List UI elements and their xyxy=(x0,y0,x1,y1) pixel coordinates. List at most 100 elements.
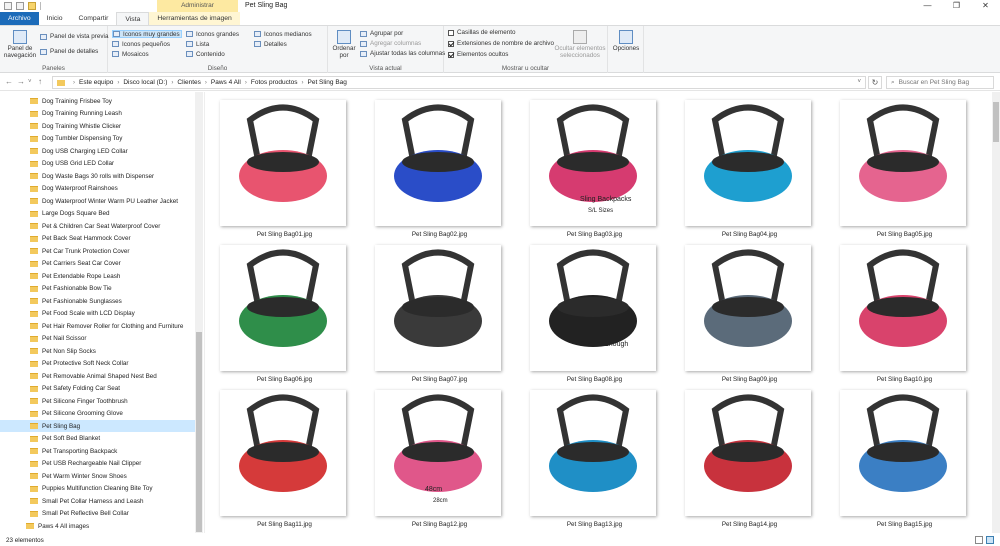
file-tile[interactable]: Pet Sling Bag02.jpg xyxy=(367,95,503,239)
breadcrumb-fotos-productos[interactable]: Fotos productos xyxy=(251,79,298,86)
forward-button[interactable]: → xyxy=(17,77,25,86)
refresh-button[interactable]: ↻ xyxy=(868,76,882,89)
sidebar-item[interactable]: Puppies Multifunction Cleaning Bite Toy xyxy=(30,483,200,495)
sidebar-item[interactable]: Pet Carriers Seat Car Cover xyxy=(30,258,200,270)
file-tile[interactable]: Sling Backpacks S/L Sizes Pet Sling Bag03.… xyxy=(522,95,658,239)
image-thumbnail[interactable] xyxy=(685,390,811,516)
layout-large-icons[interactable]: Iconos grandes xyxy=(186,30,252,38)
sidebar-item[interactable]: Paws 4 All images xyxy=(26,520,196,532)
file-tile[interactable]: Secure Enough Pet Sling Bag08.jpg xyxy=(522,240,658,384)
address-field[interactable]: › Este equipo › Disco local (D:) › Clien… xyxy=(52,76,866,89)
navigation-pane-button[interactable]: Panel de navegación xyxy=(3,30,37,59)
sort-by-button[interactable]: Ordenar por xyxy=(332,30,356,59)
file-tile[interactable]: Pet Sling Bag10.jpg xyxy=(832,240,968,384)
image-thumbnail[interactable]: Sling Backpacks S/L Sizes xyxy=(530,100,656,226)
file-extensions-checkbox[interactable] xyxy=(448,40,454,47)
image-thumbnail[interactable] xyxy=(375,245,501,371)
sidebar-item[interactable]: Pet Safety Folding Car Seat xyxy=(30,383,200,395)
sidebar-item[interactable]: Small Pet Reflective Bell Collar xyxy=(30,508,200,520)
sidebar-item[interactable]: Pet Transporting Backpack xyxy=(30,445,200,457)
properties-icon[interactable] xyxy=(4,2,12,10)
sidebar-item[interactable]: Pet Silicone Finger Toothbrush xyxy=(30,395,200,407)
image-thumbnail[interactable] xyxy=(220,100,346,226)
sidebar-item[interactable]: Pet & Children Car Seat Waterproof Cover xyxy=(30,220,200,232)
breadcrumb-paws-4-all[interactable]: Paws 4 All xyxy=(211,79,241,86)
image-thumbnail[interactable] xyxy=(840,245,966,371)
sidebar-item[interactable]: Pet Non Slip Socks xyxy=(30,345,200,357)
sidebar-item[interactable]: Pet Food Scale with LCD Display xyxy=(30,308,200,320)
hidden-items-toggle[interactable]: Elementos ocultos xyxy=(448,51,508,58)
sidebar-item[interactable]: Pet Fashionable Sunglasses xyxy=(30,295,200,307)
breadcrumb-pet-sling-bag[interactable]: Pet Sling Bag xyxy=(308,79,347,86)
sidebar-item[interactable]: Pet Warm Winter Snow Shoes xyxy=(30,470,200,482)
breadcrumb-disco-local[interactable]: Disco local (D:) xyxy=(123,79,167,86)
sidebar-item[interactable]: Pet Hair Remover Roller for Clothing and… xyxy=(30,320,200,332)
breadcrumb-este-equipo[interactable]: Este equipo xyxy=(79,79,113,86)
image-thumbnail[interactable] xyxy=(375,100,501,226)
search-box[interactable]: ⌕ xyxy=(886,76,994,89)
large-icons-view-icon[interactable] xyxy=(986,536,994,544)
sidebar-item[interactable]: Pet Soft Bed Blanket xyxy=(30,433,200,445)
image-thumbnail[interactable] xyxy=(840,390,966,516)
file-tile[interactable]: Pet Sling Bag05.jpg xyxy=(832,95,968,239)
sidebar-item[interactable]: Pet Protective Soft Neck Collar xyxy=(30,358,200,370)
sidebar-item[interactable]: Dog Waterproof Rainshoes xyxy=(30,183,200,195)
sidebar-item[interactable]: Dog USB Charging LED Collar xyxy=(30,145,200,157)
image-thumbnail[interactable] xyxy=(840,100,966,226)
tab-compartir[interactable]: Compartir xyxy=(71,12,117,25)
layout-medium-icons[interactable]: Iconos medianos xyxy=(254,30,322,38)
sidebar-item[interactable]: Pet Silicone Grooming Glove xyxy=(30,408,200,420)
tab-archivo[interactable]: Archivo xyxy=(0,12,39,25)
image-thumbnail[interactable]: 48cm 28cm xyxy=(375,390,501,516)
preview-pane-button[interactable]: Panel de vista previa xyxy=(40,33,108,40)
file-tile[interactable]: Pet Sling Bag15.jpg xyxy=(832,385,968,529)
sidebar-item[interactable]: Dog Training Running Leash xyxy=(30,108,200,120)
content-scrollbar-thumb[interactable] xyxy=(993,102,999,142)
sidebar-item[interactable]: Pet Sling Bag xyxy=(0,420,196,432)
sidebar-item[interactable]: Dog Training Frisbee Toy xyxy=(30,95,200,107)
sidebar-item[interactable]: Pet Car Trunk Protection Cover xyxy=(30,245,200,257)
recent-locations-button[interactable]: ˅ xyxy=(28,79,32,85)
tab-inicio[interactable]: Inicio xyxy=(39,12,71,25)
minimize-button[interactable]: — xyxy=(913,0,942,12)
sidebar-item[interactable]: Dog Waterproof Winter Warm PU Leather Ja… xyxy=(30,195,200,207)
image-thumbnail[interactable] xyxy=(530,390,656,516)
tab-vista[interactable]: Vista xyxy=(116,12,150,25)
image-thumbnail[interactable] xyxy=(220,390,346,516)
sidebar-item[interactable]: Pet Nail Scissor xyxy=(30,333,200,345)
image-thumbnail[interactable] xyxy=(685,100,811,226)
file-tile[interactable]: Pet Sling Bag06.jpg xyxy=(212,240,348,384)
sidebar-item[interactable]: Small Pet Collar Harness and Leash xyxy=(30,495,200,507)
group-by-button[interactable]: Agrupar por xyxy=(360,30,403,37)
new-file-icon[interactable] xyxy=(16,2,24,10)
file-tile[interactable]: Pet Sling Bag04.jpg xyxy=(677,95,813,239)
image-thumbnail[interactable]: Secure Enough xyxy=(530,245,656,371)
details-view-icon[interactable] xyxy=(975,536,983,544)
item-checkboxes-checkbox[interactable] xyxy=(448,29,454,36)
sidebar-item[interactable]: Pet USB Rechargeable Nail Clipper xyxy=(30,458,200,470)
image-thumbnail[interactable] xyxy=(220,245,346,371)
breadcrumb-clientes[interactable]: Clientes xyxy=(177,79,200,86)
item-checkboxes-toggle[interactable]: Casillas de elemento xyxy=(448,29,515,36)
options-button[interactable]: Opciones xyxy=(611,30,641,52)
layout-list[interactable]: Lista xyxy=(186,40,252,48)
chevron-down-icon[interactable]: ˅ xyxy=(857,79,861,85)
add-columns-button[interactable]: Agregar columnas xyxy=(360,40,421,47)
layout-extra-large-icons[interactable]: Iconos muy grandes xyxy=(112,30,182,38)
file-tile[interactable]: Pet Sling Bag01.jpg xyxy=(212,95,348,239)
sidebar-item[interactable]: Large Dogs Square Bed xyxy=(30,208,200,220)
sidebar-item[interactable]: Dog Tumbler Dispensing Toy xyxy=(30,133,200,145)
sidebar-item[interactable]: Dog Training Whistle Clicker xyxy=(30,120,200,132)
details-pane-button[interactable]: Panel de detalles xyxy=(40,48,98,55)
hide-selected-button[interactable]: Ocultar elementos seleccionados xyxy=(554,30,606,59)
navigation-scrollbar[interactable] xyxy=(195,92,203,533)
up-button[interactable]: ↑ xyxy=(38,77,42,86)
sidebar-item[interactable]: Dog Waste Bags 30 rolls with Dispenser xyxy=(30,170,200,182)
sidebar-item[interactable]: Dog USB Grid LED Collar xyxy=(30,158,200,170)
back-button[interactable]: ← xyxy=(5,77,13,86)
hidden-items-checkbox[interactable] xyxy=(448,51,454,58)
tab-herramientas-imagen[interactable]: Herramientas de imagen xyxy=(149,12,240,25)
file-tile[interactable]: Pet Sling Bag09.jpg xyxy=(677,240,813,384)
sidebar-item[interactable]: Pet Extendable Rope Leash xyxy=(30,270,200,282)
layout-content[interactable]: Contenido xyxy=(186,50,252,58)
